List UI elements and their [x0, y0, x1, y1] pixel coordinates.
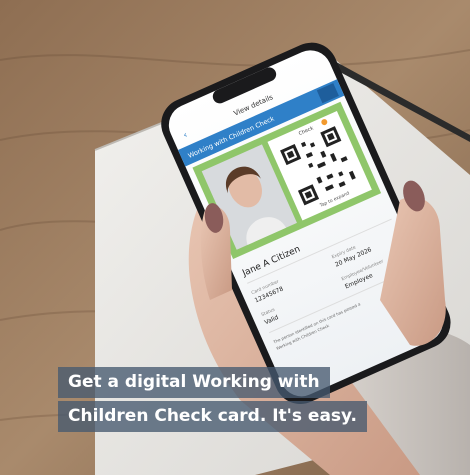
caption-line-2: Children Check card. It's easy.: [58, 401, 368, 432]
photo-scene: View details ‹ Working with Children Che…: [0, 0, 470, 475]
caption-line-1: Get a digital Working with: [58, 367, 330, 398]
